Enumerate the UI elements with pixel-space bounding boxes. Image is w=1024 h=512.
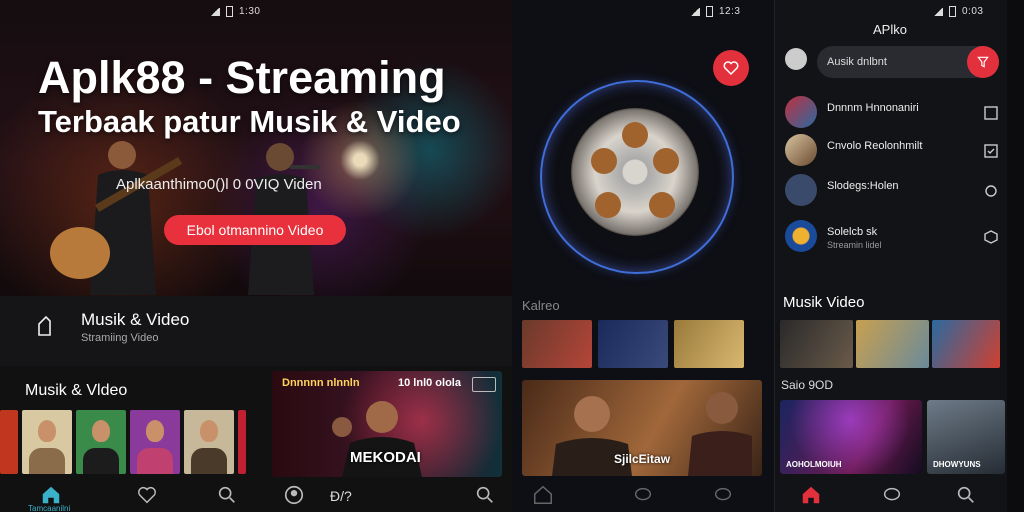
heart-icon[interactable]	[136, 484, 158, 506]
thumbnail[interactable]	[0, 410, 18, 474]
chat-icon[interactable]	[712, 484, 734, 506]
thumbnail[interactable]	[780, 320, 853, 368]
start-streaming-button[interactable]: Ebol otmannino Video	[164, 215, 346, 245]
cube-icon[interactable]	[983, 105, 999, 121]
heart-icon	[723, 61, 739, 76]
featured-label: MEKODAI	[350, 449, 421, 466]
list-item-title: Cnvolo Reolonhmilt	[827, 140, 923, 152]
featured-number: 10 lnl0 olola	[398, 377, 461, 389]
home-icon[interactable]	[40, 484, 62, 506]
bottom-nav	[775, 478, 1005, 512]
status-bar: 0:03	[933, 6, 983, 17]
featured-menu-icon[interactable]	[472, 377, 496, 392]
section-row[interactable]: Musik & Video Stramiing Video	[0, 296, 512, 366]
thumbnail[interactable]	[22, 410, 72, 474]
thumbnail[interactable]	[598, 320, 668, 368]
featured-video-card[interactable]: Dnnnnn nlnnln 10 lnl0 olola MEKODAI	[272, 371, 502, 477]
home-label: Tamcaanilni	[28, 504, 71, 512]
hero-title: Aplk88 - Streaming	[38, 52, 446, 103]
featured-label: DHOWYUNS	[933, 460, 981, 469]
search-icon[interactable]	[216, 484, 238, 506]
thumbnail[interactable]	[932, 320, 1000, 368]
search-bar[interactable]: Ausik dnlbnt	[817, 46, 999, 78]
avatar	[785, 174, 817, 206]
settings-icon[interactable]	[983, 229, 999, 245]
hero-banner: 1:30 Aplk88 - Streaming Terbaak patur Mu…	[0, 0, 512, 296]
guitarist-image	[50, 141, 183, 295]
right-panel: 0:03 APlko Ausik dnlbnt Dnnnm Hnnonaniri…	[774, 0, 1007, 512]
featured-video-card[interactable]: DHOWYUNS	[927, 400, 1005, 474]
filter-icon	[977, 56, 989, 68]
check-box-icon[interactable]	[983, 143, 999, 159]
status-bar: 12:3	[690, 6, 740, 17]
nav-extra-label: Đ/?	[330, 488, 352, 504]
chat-icon[interactable]	[881, 484, 903, 506]
gear-icon[interactable]	[983, 183, 999, 199]
list-item-title: Solelcb sk	[827, 226, 878, 238]
thumbnail[interactable]	[76, 410, 126, 474]
home-outline-icon	[38, 315, 51, 336]
avatar	[785, 96, 817, 128]
search-input[interactable]: Ausik dnlbnt	[827, 56, 887, 68]
list-item[interactable]: Solelcb sk Streamin lidel	[785, 220, 999, 256]
featured-label: AOHOLMOIUH	[786, 460, 842, 469]
home-icon[interactable]	[800, 484, 822, 506]
avatar	[785, 220, 817, 252]
profile-icon[interactable]	[283, 484, 305, 506]
avatar	[785, 134, 817, 166]
thumbnail-row	[0, 410, 246, 474]
list-item-subtitle: Streamin lidel	[827, 240, 882, 250]
featured-title: Dnnnnn nlnnln	[282, 377, 360, 389]
section-heading: Musik Video	[783, 294, 865, 311]
thumbnail[interactable]	[184, 410, 234, 474]
featured-video-card[interactable]: AOHOLMOIUH	[780, 400, 922, 474]
favorite-button[interactable]	[713, 50, 749, 86]
section-heading: Saio 9OD	[781, 378, 834, 392]
section-title: Musik & Video	[81, 310, 190, 329]
search-icon[interactable]	[955, 484, 977, 506]
status-bar: 1:30	[210, 6, 260, 17]
thumbnail-row	[780, 320, 1000, 368]
thumbnail[interactable]	[238, 410, 246, 474]
featured-video-card[interactable]: SjilcEitaw	[522, 380, 762, 476]
search-button[interactable]	[967, 46, 999, 78]
featured-label: SjilcEitaw	[614, 452, 671, 466]
hero-subtitle: Terbaak patur Musik & Video	[38, 104, 461, 139]
hero-tagline: Aplkaanthimo0()l 0 0VIQ Viden	[116, 176, 322, 193]
list-item[interactable]: Dnnnm Hnnonaniri	[785, 96, 999, 132]
thumbnail[interactable]	[674, 320, 744, 368]
bottom-nav	[512, 478, 774, 512]
section-subtitle: Stramiing Video	[81, 332, 159, 344]
list-item[interactable]: Slodegs:Holen	[785, 174, 999, 210]
left-panel: 1:30 Aplk88 - Streaming Terbaak patur Mu…	[0, 0, 512, 512]
home-icon[interactable]	[532, 484, 554, 506]
thumbnail-row	[522, 320, 744, 368]
avatar[interactable]	[785, 48, 807, 70]
list-item-title: Dnnnm Hnnonaniri	[827, 102, 919, 114]
thumbnail[interactable]	[130, 410, 180, 474]
section-heading: Musik & Vldeo	[25, 382, 128, 399]
bottom-nav: Tamcaanilni Đ/?	[0, 478, 512, 512]
thumbnail[interactable]	[522, 320, 592, 368]
chat-icon[interactable]	[632, 484, 654, 506]
film-reel-icon	[571, 108, 699, 236]
middle-panel: 12:3 Kalreo SjilcEitaw	[512, 0, 774, 512]
thumbnail[interactable]	[856, 320, 929, 368]
section-heading: Kalreo	[522, 298, 560, 313]
list-item-title: Slodegs:Holen	[827, 180, 899, 192]
search-icon[interactable]	[474, 484, 496, 506]
list-item[interactable]: Cnvolo Reolonhmilt	[785, 134, 999, 170]
app-title: APlko	[873, 22, 907, 37]
